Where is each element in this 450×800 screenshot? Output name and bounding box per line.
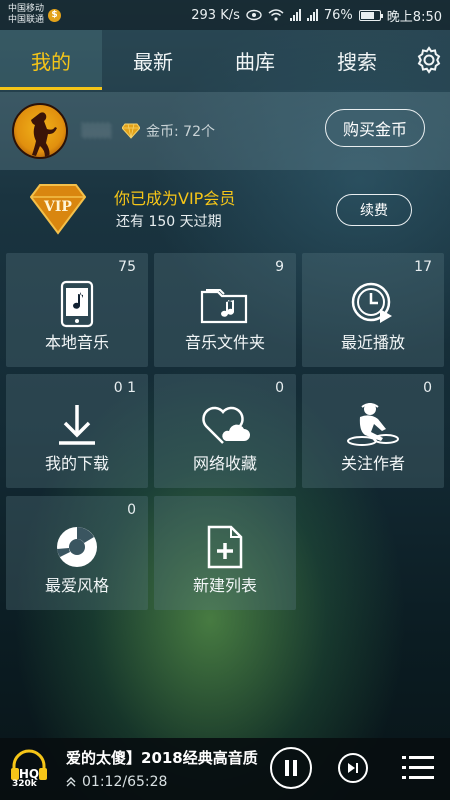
pause-icon — [285, 760, 297, 776]
tab-library[interactable]: 曲库 — [204, 30, 306, 90]
carrier-app-icon: $ — [48, 8, 62, 22]
tile-count: 0 — [127, 502, 136, 518]
buy-coins-button[interactable]: 购买金币 — [325, 109, 425, 147]
style-disc-icon — [49, 522, 105, 572]
bitrate-label: 320k — [12, 779, 37, 789]
vip-expiry: 还有 150 天过期 — [116, 214, 222, 230]
tile-recent-play[interactable]: 17 最近播放 — [302, 253, 444, 367]
tab-latest[interactable]: 最新 — [102, 30, 204, 90]
tile-my-downloads[interactable]: 0 1 我的下载 — [6, 374, 148, 488]
new-list-icon — [197, 522, 253, 572]
tab-search[interactable]: 搜索 — [306, 30, 408, 90]
tile-label: 我的下载 — [44, 454, 109, 473]
status-bar: 中国移动 中国联通 $ 293 K/s 76% 晚上8:50 — [0, 0, 450, 30]
tile-label: 最爱风格 — [44, 576, 109, 595]
battery-percent: 76% — [323, 7, 353, 23]
diamond-icon — [122, 123, 140, 139]
tile-label: 本地音乐 — [44, 333, 109, 352]
signal-4g-icon — [306, 9, 318, 21]
tile-count: 0 1 — [113, 380, 136, 396]
tab-mine[interactable]: 我的 — [0, 30, 102, 90]
recent-play-icon — [345, 279, 401, 329]
wifi-icon — [268, 9, 284, 21]
next-icon — [348, 763, 358, 773]
coin-balance: 金币: 72个 — [146, 124, 215, 140]
tile-count: 0 — [423, 380, 432, 396]
tile-label: 网络收藏 — [192, 454, 257, 473]
play-time: 01:12/65:28 — [66, 774, 167, 790]
tile-music-folder[interactable]: 9 音乐文件夹 — [154, 253, 296, 367]
pause-button[interactable] — [270, 747, 312, 789]
time-text: 01:12/65:28 — [82, 774, 168, 790]
signal-icon — [289, 9, 301, 21]
carrier-1: 中国移动 — [8, 4, 45, 14]
phone-music-icon — [49, 279, 105, 329]
vip-title: 你已成为VIP会员 — [114, 189, 236, 208]
profile-bar: ░░░ 金币: 72个 购买金币 — [0, 92, 450, 170]
tab-bar: 我的 最新 曲库 搜索 — [0, 30, 450, 90]
playlist-icon[interactable] — [402, 754, 434, 782]
username-blurred: ░░░ — [82, 123, 112, 139]
vip-badge-text: VIP — [43, 199, 72, 215]
tile-follow-authors[interactable]: 0 关注作者 — [302, 374, 444, 488]
carrier-info: 中国移动 中国联通 — [8, 4, 44, 26]
carrier-2: 中国联通 — [8, 15, 45, 25]
avatar-dancer-icon — [31, 112, 57, 157]
mini-player[interactable]: HQ 320k 爱的太傻】2018经典高音质 01:12/65:28 — [0, 738, 450, 800]
next-button[interactable] — [338, 753, 368, 783]
song-title: 爱的太傻】2018经典高音质 — [66, 749, 258, 767]
tile-favorite-styles[interactable]: 0 最爱风格 — [6, 496, 148, 610]
net-speed: 293 K/s — [191, 7, 240, 23]
expand-up-icon[interactable] — [66, 777, 76, 787]
tile-label: 音乐文件夹 — [184, 333, 265, 352]
tile-count: 17 — [414, 259, 432, 275]
eye-icon — [246, 9, 262, 21]
battery-icon — [358, 9, 383, 21]
tile-label: 最近播放 — [340, 333, 405, 352]
cloud-heart-icon — [197, 400, 253, 450]
dj-icon — [345, 400, 401, 450]
tile-new-list[interactable]: 新建列表 — [154, 496, 296, 610]
tile-cloud-favorites[interactable]: 0 网络收藏 — [154, 374, 296, 488]
clock: 晚上8:50 — [386, 9, 442, 25]
vip-diamond-icon: VIP — [30, 184, 86, 235]
music-folder-icon — [197, 279, 253, 329]
tile-local-music[interactable]: 75 本地音乐 — [6, 253, 148, 367]
tile-count: 75 — [118, 259, 136, 275]
tile-label: 关注作者 — [340, 454, 405, 473]
tile-count: 0 — [275, 380, 284, 396]
settings-button[interactable] — [408, 30, 450, 90]
vip-section: VIP 你已成为VIP会员 还有 150 天过期 续费 — [0, 175, 450, 247]
gear-icon — [417, 46, 441, 74]
tile-label: 新建列表 — [192, 576, 257, 595]
tile-count: 9 — [275, 259, 284, 275]
download-icon — [49, 400, 105, 450]
renew-button[interactable]: 续费 — [336, 194, 412, 226]
avatar[interactable] — [12, 103, 68, 159]
